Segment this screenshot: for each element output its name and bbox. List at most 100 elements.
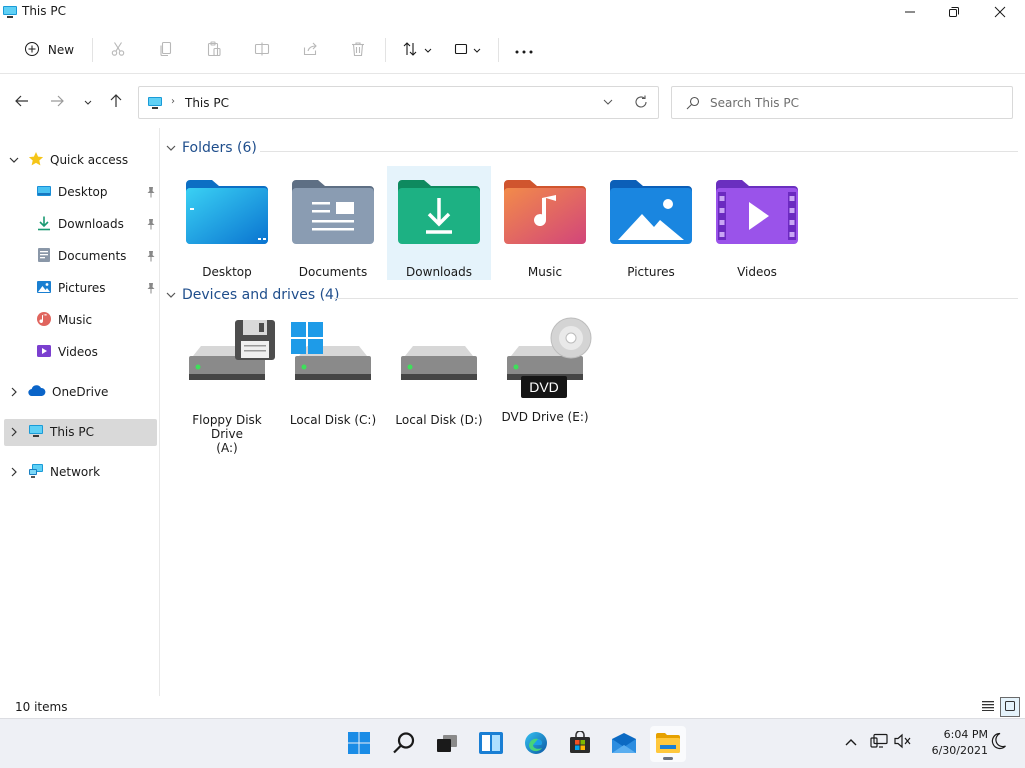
expand-chevron-icon[interactable] [8, 386, 20, 398]
chevron-down-icon [84, 95, 92, 109]
drive-tile-local-disk-d[interactable]: Local Disk (D:) [387, 312, 491, 442]
sidebar-item-label: Network [50, 465, 101, 479]
item-count: 10 items [15, 700, 68, 714]
more-options-button[interactable] [510, 36, 538, 64]
folder-tile-documents[interactable]: Documents [281, 166, 385, 280]
copy-icon [158, 41, 174, 60]
recent-locations-button[interactable] [76, 90, 100, 114]
toolbar-divider [385, 38, 386, 62]
drive-tile-dvd-e[interactable]: DVD DVD Drive (E:) [493, 312, 597, 442]
this-pc-icon [28, 423, 44, 442]
chevron-down-icon [473, 43, 481, 57]
folder-tile-downloads[interactable]: Downloads [387, 166, 491, 280]
network-status-button[interactable] [869, 731, 889, 753]
sidebar-item-videos[interactable]: Videos [36, 338, 156, 366]
large-icons-view-button[interactable] [1000, 697, 1020, 717]
view-button[interactable] [448, 36, 486, 64]
expand-chevron-icon[interactable] [8, 154, 20, 166]
music-folder-icon [502, 178, 588, 249]
folders-section-header[interactable]: Folders (6) [166, 140, 257, 156]
view-icon [453, 41, 469, 60]
pictures-folder-icon [608, 178, 694, 249]
delete-button[interactable] [346, 36, 370, 64]
sidebar-item-pictures[interactable]: Pictures [36, 274, 156, 302]
search-input[interactable] [710, 93, 1000, 113]
sidebar-item-documents[interactable]: Documents [36, 242, 156, 270]
star-icon [28, 151, 44, 170]
mail-button[interactable] [606, 726, 642, 762]
cut-button[interactable] [106, 36, 130, 64]
details-view-button[interactable] [978, 697, 998, 717]
collapse-chevron-icon [166, 141, 176, 155]
expand-chevron-icon[interactable] [8, 466, 20, 478]
videos-folder-icon [714, 178, 800, 249]
breadcrumb-chevron-icon[interactable]: › [171, 96, 175, 107]
sidebar-item-music[interactable]: Music [36, 306, 156, 334]
sort-button[interactable] [398, 36, 436, 64]
sidebar-item-label: This PC [50, 425, 94, 439]
show-hidden-icons-button[interactable] [843, 731, 859, 753]
cut-icon [110, 41, 126, 60]
arrow-up-icon [109, 93, 123, 111]
collapse-chevron-icon [166, 288, 176, 302]
rename-button[interactable] [250, 36, 274, 64]
task-view-button[interactable] [429, 726, 465, 762]
widgets-button[interactable] [473, 726, 509, 762]
tile-label: Documents [298, 265, 368, 279]
clock[interactable]: 6:04 PM 6/30/2021 [922, 727, 988, 759]
drives-section-header[interactable]: Devices and drives (4) [166, 287, 339, 303]
volume-button[interactable] [893, 731, 913, 753]
close-button[interactable] [977, 0, 1023, 26]
paste-button[interactable] [202, 36, 226, 64]
edge-button[interactable] [518, 726, 554, 762]
back-button[interactable] [10, 90, 34, 114]
copy-button[interactable] [154, 36, 178, 64]
folder-tile-pictures[interactable]: Pictures [599, 166, 703, 280]
address-bar[interactable]: › This PC [138, 86, 659, 119]
network-monitor-icon [870, 733, 888, 752]
drive-tile-floppy-a[interactable]: Floppy Disk Drive (A:) [175, 312, 279, 455]
chevron-down-icon [424, 43, 432, 57]
breadcrumb-this-pc[interactable]: This PC [185, 96, 229, 110]
address-dropdown-icon[interactable] [601, 94, 615, 113]
share-button[interactable] [298, 36, 322, 64]
share-icon [302, 41, 318, 60]
sidebar-item-desktop[interactable]: Desktop [36, 178, 156, 206]
folder-tile-desktop[interactable]: Desktop [175, 166, 279, 280]
restore-icon [948, 6, 960, 21]
search-box[interactable] [671, 86, 1013, 119]
file-explorer-icon [655, 732, 681, 757]
section-divider [260, 151, 1018, 152]
new-button[interactable]: New [14, 36, 84, 64]
delete-icon [350, 41, 366, 60]
sidebar-item-downloads[interactable]: Downloads [36, 210, 156, 238]
drive-tile-local-disk-c[interactable]: Local Disk (C:) [281, 312, 385, 442]
folder-tile-music[interactable]: Music [493, 166, 597, 280]
forward-button[interactable] [45, 90, 69, 114]
refresh-icon[interactable] [633, 94, 649, 113]
sidebar-item-network[interactable]: Network [28, 458, 100, 486]
up-button[interactable] [104, 90, 128, 114]
local-disk-windows-icon [285, 316, 381, 395]
plus-circle-icon [24, 41, 40, 60]
file-explorer-button[interactable] [650, 726, 686, 762]
sidebar-item-quick-access[interactable]: Quick access [28, 146, 128, 174]
minimize-button[interactable] [887, 0, 933, 26]
search-taskbar-button[interactable] [386, 726, 422, 762]
pin-icon [146, 186, 156, 201]
mail-icon [611, 732, 637, 757]
notifications-button[interactable] [988, 731, 1010, 753]
expand-chevron-icon[interactable] [8, 426, 20, 438]
sidebar-item-onedrive[interactable]: OneDrive [28, 378, 108, 406]
sidebar-item-label: Documents [58, 249, 127, 263]
store-button[interactable] [562, 726, 598, 762]
desktop-icon [36, 183, 52, 202]
pin-icon [146, 218, 156, 233]
tile-label: Local Disk (D:) [395, 413, 483, 427]
folder-tile-videos[interactable]: Videos [705, 166, 809, 280]
start-button[interactable] [341, 726, 377, 762]
sidebar-item-this-pc[interactable]: This PC [28, 418, 94, 446]
restore-button[interactable] [931, 0, 977, 26]
dvd-drive-icon: DVD [497, 316, 593, 398]
new-button-label: New [47, 43, 75, 57]
